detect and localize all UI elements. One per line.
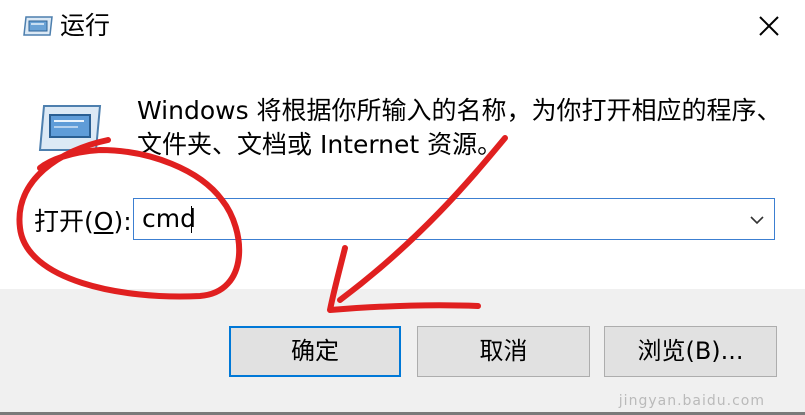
open-combobox[interactable] xyxy=(133,198,775,240)
run-dialog: 运行 Windows 将根据你所输入的名称，为你打开相应的程序、 文件夹、文档或… xyxy=(0,0,805,415)
open-label-suffix: ): xyxy=(113,207,132,236)
window-title: 运行 xyxy=(60,11,111,40)
open-input[interactable] xyxy=(142,201,722,237)
ok-button[interactable]: 确定 xyxy=(229,326,401,377)
close-icon[interactable] xyxy=(747,6,791,46)
dialog-body: Windows 将根据你所输入的名称，为你打开相应的程序、 文件夹、文档或 In… xyxy=(0,54,805,289)
description-line-2: 文件夹、文档或 Internet 资源。 xyxy=(137,130,503,159)
open-label-access-key: O xyxy=(93,207,114,236)
run-app-icon xyxy=(23,16,53,36)
chevron-down-icon[interactable] xyxy=(748,211,766,229)
open-field-label: 打开(O): xyxy=(34,205,132,239)
watermark-text: jingyan.baidu.com xyxy=(618,393,765,409)
text-caret xyxy=(191,206,192,233)
browse-button[interactable]: 浏览(B)... xyxy=(604,326,777,377)
description-text: Windows 将根据你所输入的名称，为你打开相应的程序、 文件夹、文档或 In… xyxy=(137,94,787,162)
run-app-icon xyxy=(38,105,102,151)
cancel-button[interactable]: 取消 xyxy=(417,326,590,377)
open-label-prefix: 打开( xyxy=(34,207,94,236)
description-line-1: Windows 将根据你所输入的名称，为你打开相应的程序、 xyxy=(137,96,782,125)
title-bar: 运行 xyxy=(0,0,805,54)
